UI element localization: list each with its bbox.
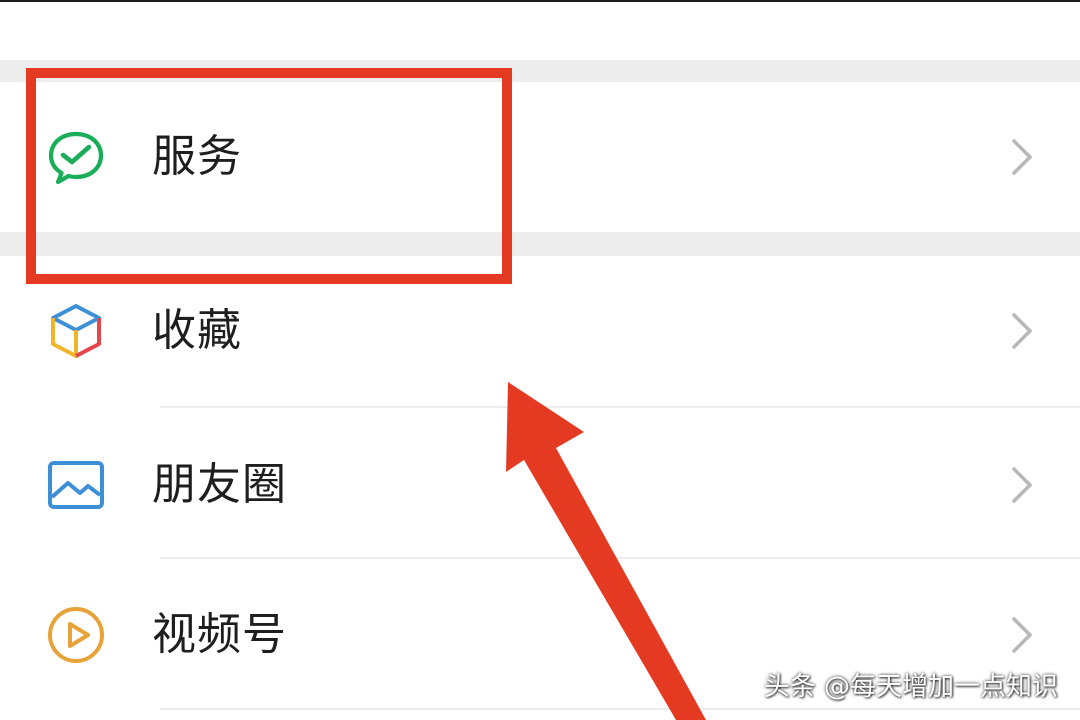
section-gap <box>0 60 1080 82</box>
chevron-right-icon <box>1012 139 1032 175</box>
favorites-cube-icon <box>51 304 101 358</box>
row-divider <box>160 557 1080 559</box>
settings-screen: 服务 收藏 朋友圈 视频号 头条 @每天增加一点知识 <box>0 0 1080 720</box>
top-edge <box>0 0 1080 2</box>
menu-item-moments[interactable]: 朋友圈 <box>0 410 1080 560</box>
row-divider <box>160 406 1080 408</box>
wechat-pay-check-icon <box>48 131 104 185</box>
menu-item-favorites[interactable]: 收藏 <box>0 256 1080 406</box>
menu-item-label: 收藏 <box>152 305 242 356</box>
menu-item-label: 朋友圈 <box>152 459 287 510</box>
chevron-right-icon <box>1012 617 1032 653</box>
menu-item-label: 服务 <box>152 131 242 182</box>
channels-play-icon <box>48 607 104 663</box>
chevron-right-icon <box>1012 467 1032 503</box>
row-divider <box>160 708 1080 710</box>
menu-item-services[interactable]: 服务 <box>0 82 1080 232</box>
section-gap <box>0 232 1080 256</box>
chevron-right-icon <box>1012 313 1032 349</box>
menu-item-label: 视频号 <box>152 609 287 660</box>
moments-picture-icon <box>48 461 104 509</box>
watermark: 头条 @每天增加一点知识 <box>763 672 1058 702</box>
